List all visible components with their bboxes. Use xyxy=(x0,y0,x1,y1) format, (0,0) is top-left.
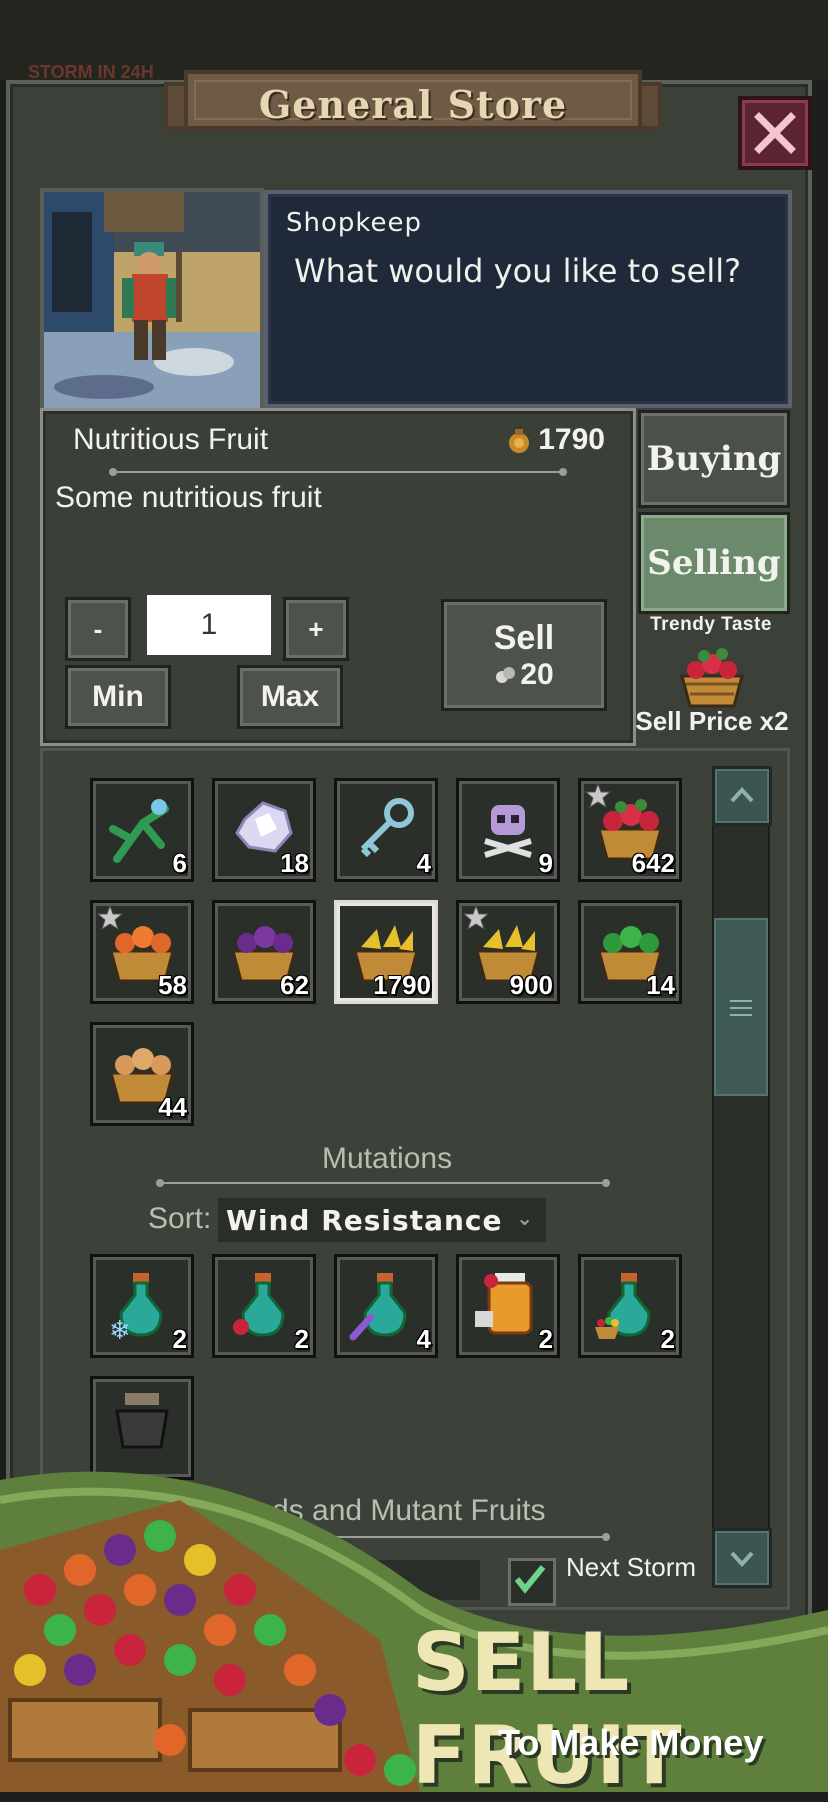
item-count: 4 xyxy=(416,848,431,878)
inventory-slot[interactable]: 9 xyxy=(456,778,560,882)
trendy-taste-title: Trendy Taste xyxy=(650,614,772,635)
mutation-slot[interactable]: 4 xyxy=(334,1254,438,1358)
mutation-slot[interactable]: 2 xyxy=(456,1254,560,1358)
item-count: 62 xyxy=(280,970,309,1000)
chevron-up-icon xyxy=(730,787,754,803)
inventory-slot[interactable]: 18 xyxy=(212,778,316,882)
key-icon xyxy=(360,798,414,858)
scrollbar-thumb[interactable] xyxy=(714,918,768,1096)
star-icon xyxy=(97,905,123,931)
item-count: 2 xyxy=(294,1324,309,1354)
item-count: 2 xyxy=(660,1324,675,1354)
inventory-slot[interactable]: 4 xyxy=(334,778,438,882)
berry-potion-icon xyxy=(233,1273,285,1337)
promo-subtitle: To Make Money xyxy=(498,1722,764,1763)
item-info-panel: Nutritious Fruit 1790 Some nutritious fr… xyxy=(40,408,636,746)
inventory-slot[interactable]: 14 xyxy=(578,900,682,1004)
item-divider xyxy=(109,468,567,476)
item-count: 44 xyxy=(158,1092,187,1122)
feather-potion-icon xyxy=(349,1273,407,1341)
item-count: 1790 xyxy=(373,970,431,1000)
fruit-potion-icon xyxy=(595,1273,651,1339)
sell-value-text: 20 xyxy=(520,657,554,691)
skull-icon xyxy=(484,805,532,858)
dialog-box: Shopkeep What would you like to sell? xyxy=(264,190,792,408)
trendy-multiplier: Sell Price x2 xyxy=(635,706,789,736)
item-count: 9 xyxy=(538,848,553,878)
max-button[interactable]: Max xyxy=(237,665,343,729)
inventory-slot[interactable]: 44 xyxy=(90,1022,194,1126)
frost-potion-icon: ❄ xyxy=(109,1273,163,1343)
red-fruit-basket-icon xyxy=(680,648,744,708)
close-button[interactable] xyxy=(738,96,812,170)
mutations-title: Mutations xyxy=(322,1142,453,1175)
promo-title: SELL FRUIT xyxy=(412,1616,683,1802)
star-icon xyxy=(463,905,489,931)
inventory-slot[interactable]: 58 xyxy=(90,900,194,1004)
item-count: 2 xyxy=(172,1324,187,1354)
item-description: Some nutritious fruit xyxy=(55,481,322,514)
shopkeep-portrait xyxy=(40,188,264,412)
tab-selling[interactable]: Selling xyxy=(638,512,790,614)
close-icon xyxy=(754,112,796,154)
sort-label: Sort: xyxy=(148,1202,212,1235)
honey-jar-icon xyxy=(475,1273,533,1335)
mutation-slot[interactable]: 2 xyxy=(212,1254,316,1358)
mutations-divider xyxy=(156,1179,610,1187)
scroll-up-button[interactable] xyxy=(712,766,772,826)
sort-value: Wind Resistance xyxy=(226,1203,503,1237)
inventory-slot[interactable]: 900 xyxy=(456,900,560,1004)
coins-icon xyxy=(496,666,516,683)
mutation-slot[interactable]: 2 xyxy=(578,1254,682,1358)
sort-dropdown[interactable]: Wind Resistance ⌄ xyxy=(218,1198,546,1242)
svg-text:❄: ❄ xyxy=(109,1316,131,1343)
item-price-value: 1790 xyxy=(538,423,605,456)
fruit-pile xyxy=(0,1500,420,1792)
item-count: 2 xyxy=(538,1324,553,1354)
chevron-down-icon: ⌄ xyxy=(516,1206,534,1230)
decrease-quantity-button[interactable]: - xyxy=(65,597,131,661)
inventory-slot[interactable]: 6 xyxy=(90,778,194,882)
inventory-slot-selected[interactable]: 1790 xyxy=(334,900,438,1004)
plant-icon xyxy=(109,799,169,863)
quantity-input[interactable] xyxy=(147,595,271,655)
item-count: 14 xyxy=(646,970,675,1000)
item-count: 58 xyxy=(158,970,187,1000)
mutation-slot[interactable]: ❄ 2 xyxy=(90,1254,194,1358)
shopkeep-scene xyxy=(44,192,260,408)
item-count: 900 xyxy=(509,970,553,1000)
inventory-slot[interactable]: 62 xyxy=(212,900,316,1004)
inventory-slot[interactable]: 642 xyxy=(578,778,682,882)
sell-value: 20 xyxy=(494,657,554,692)
min-button[interactable]: Min xyxy=(65,665,171,729)
tab-buying[interactable]: Buying xyxy=(638,410,790,508)
dialog-text: What would you like to sell? xyxy=(294,252,742,290)
increase-quantity-button[interactable]: + xyxy=(283,597,349,661)
sell-label: Sell xyxy=(493,618,555,657)
speaker-name: Shopkeep xyxy=(286,208,423,238)
item-price: 1790 xyxy=(504,423,605,457)
item-count: 6 xyxy=(172,848,187,878)
item-count: 4 xyxy=(416,1324,431,1354)
store-title: General Store xyxy=(258,82,568,127)
star-icon xyxy=(585,783,611,809)
sell-button[interactable]: Sell 20 xyxy=(441,599,607,711)
item-count: 18 xyxy=(280,848,309,878)
item-count: 642 xyxy=(631,848,675,878)
coin-bag-icon xyxy=(509,429,530,453)
store-title-banner: General Store xyxy=(164,60,662,140)
item-name: Nutritious Fruit xyxy=(73,423,269,456)
